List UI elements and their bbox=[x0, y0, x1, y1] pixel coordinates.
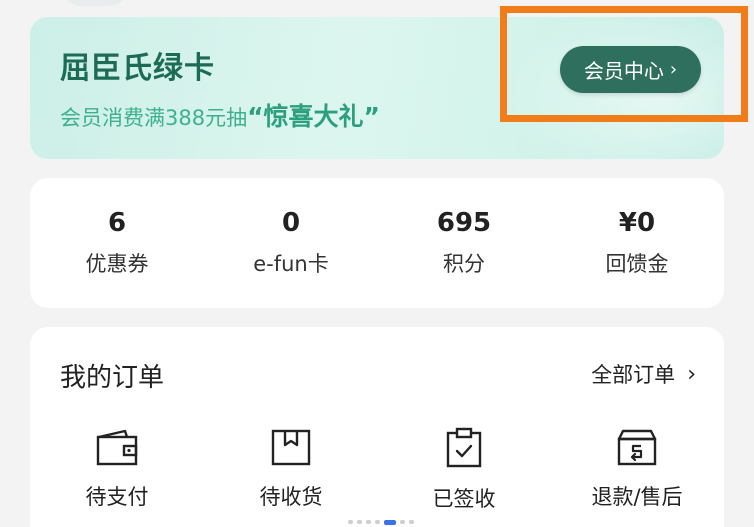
promo-highlight: “惊喜大礼” bbox=[247, 102, 380, 131]
orders-title: 我的订单 bbox=[60, 363, 165, 393]
page-dot bbox=[357, 520, 362, 524]
stat-value: ¥0 bbox=[618, 208, 656, 238]
stat-value: 6 bbox=[107, 208, 127, 238]
chevron-right-icon: › bbox=[687, 361, 696, 387]
card-title: 屈臣氏绿卡 bbox=[60, 51, 215, 86]
order-pending-delivery[interactable]: 待收货 bbox=[204, 427, 378, 511]
member-page: 屈臣氏绿卡 会员消费满388元抽“惊喜大礼” 会员中心 › 6 优惠券 0 e-… bbox=[0, 0, 754, 527]
order-label: 待收货 bbox=[259, 485, 323, 509]
stats-card: 6 优惠券 0 e-fun卡 695 积分 ¥0 回馈金 bbox=[30, 178, 724, 308]
order-received[interactable]: 已签收 bbox=[377, 427, 551, 513]
page-dot-active bbox=[384, 519, 396, 525]
stat-label: 优惠券 bbox=[85, 252, 149, 276]
promo-prefix: 会员消费满388元抽 bbox=[60, 106, 248, 130]
page-dot bbox=[375, 520, 380, 524]
all-orders-label: 全部订单 bbox=[591, 363, 676, 387]
page-dot bbox=[400, 520, 405, 524]
page-indicator bbox=[348, 519, 414, 525]
package-icon bbox=[271, 429, 311, 466]
order-label: 退款/售后 bbox=[591, 485, 683, 509]
avatar-edge bbox=[60, 0, 130, 6]
order-label: 待支付 bbox=[85, 485, 149, 509]
all-orders-link[interactable]: 全部订单 › bbox=[591, 359, 696, 389]
page-dot bbox=[409, 520, 414, 524]
stat-label: 积分 bbox=[443, 252, 485, 276]
stat-coupons[interactable]: 6 优惠券 bbox=[30, 206, 204, 278]
stat-label: 回馈金 bbox=[605, 252, 669, 276]
order-pending-payment[interactable]: 待支付 bbox=[30, 427, 204, 511]
orders-card: 我的订单 全部订单 › 待支付 待收货 已签收 退款/售后 bbox=[30, 327, 724, 527]
order-refund-aftersale[interactable]: 退款/售后 bbox=[550, 427, 724, 511]
wallet-icon bbox=[96, 429, 138, 466]
stat-label: e-fun卡 bbox=[253, 252, 329, 276]
stat-efun-card[interactable]: 0 e-fun卡 bbox=[204, 206, 378, 278]
order-label: 已签收 bbox=[432, 487, 496, 511]
refund-box-icon bbox=[617, 429, 657, 466]
page-dot bbox=[348, 520, 353, 524]
stat-points[interactable]: 695 积分 bbox=[377, 206, 551, 278]
card-promo-text: 会员消费满388元抽“惊喜大礼” bbox=[60, 97, 380, 133]
page-dot bbox=[366, 520, 371, 524]
stat-value: 0 bbox=[281, 208, 301, 238]
annotation-highlight-box bbox=[500, 6, 748, 122]
stat-rebate[interactable]: ¥0 回馈金 bbox=[550, 206, 724, 278]
clipboard-check-icon bbox=[446, 427, 482, 468]
stat-value: 695 bbox=[436, 208, 492, 238]
